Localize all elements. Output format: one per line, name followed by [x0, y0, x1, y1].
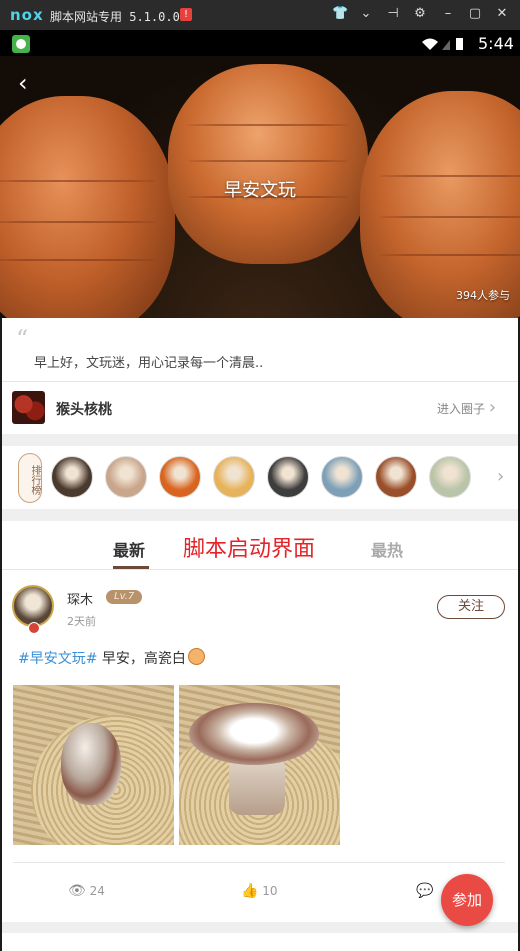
- post-body: 早安，高瓷白: [97, 651, 186, 667]
- divider: [13, 862, 505, 863]
- ranking-avatar[interactable]: [213, 456, 255, 498]
- walnut-image: [360, 91, 520, 318]
- battery-icon: [456, 38, 463, 50]
- topic-description: 早上好，文玩迷，用心记录每一个清晨..: [34, 356, 264, 371]
- shirt-icon[interactable]: 👕: [332, 6, 348, 22]
- post-time: 2天前: [67, 615, 96, 628]
- verified-badge-icon: [28, 622, 40, 634]
- ranking-avatar[interactable]: [159, 456, 201, 498]
- quote-icon: “: [16, 325, 29, 353]
- follow-button[interactable]: 关注: [437, 595, 505, 619]
- post-text: #早安文玩# 早安，高瓷白: [18, 648, 205, 668]
- wifi-icon: [422, 38, 438, 50]
- comment-button[interactable]: 💬: [416, 883, 433, 899]
- divider: [2, 569, 518, 570]
- walnut-image: [168, 64, 368, 264]
- circle-avatar: [12, 391, 45, 424]
- next-post-peek: [2, 933, 518, 951]
- ranking-avatar[interactable]: [51, 456, 93, 498]
- thumbs-up-icon: 👍: [241, 883, 259, 899]
- level-badge: Lv.7: [106, 590, 143, 604]
- chevron-right-icon[interactable]: ›: [497, 468, 504, 486]
- section-gap: [2, 509, 518, 521]
- minimize-icon[interactable]: –: [440, 6, 456, 22]
- author-name[interactable]: 琛木: [67, 589, 93, 608]
- section-gap: [2, 434, 518, 446]
- signal-icons: [422, 38, 463, 50]
- emoji-icon: [187, 648, 205, 665]
- stone-bangle: [189, 703, 319, 765]
- section-gap: [2, 922, 518, 933]
- like-count-value: 10: [262, 884, 278, 898]
- walnut-image: [0, 96, 175, 318]
- view-count: 👁 24: [68, 883, 105, 899]
- back-icon[interactable]: ‹: [18, 71, 38, 95]
- hashtag-link[interactable]: #早安文玩#: [18, 651, 97, 667]
- circle-name: 猴头核桃: [56, 402, 112, 418]
- post-image[interactable]: [179, 685, 340, 845]
- tab-hot[interactable]: 最热: [371, 537, 403, 561]
- participant-count: 394人参与: [456, 289, 510, 302]
- stone-egg: [61, 723, 121, 805]
- ranking-avatar[interactable]: [105, 456, 147, 498]
- chevron-right-icon: ›: [488, 397, 497, 418]
- nox-logo: nox: [10, 6, 44, 24]
- ranking-avatar[interactable]: [375, 456, 417, 498]
- enter-circle-link[interactable]: 进入圈子 ›: [437, 397, 497, 418]
- app-notification-icon: [12, 35, 30, 53]
- post-image[interactable]: [13, 685, 174, 845]
- tab-latest[interactable]: 最新: [113, 537, 145, 561]
- ranking-avatar[interactable]: [321, 456, 363, 498]
- emulator-title: 脚本网站专用 5.1.0.0: [50, 10, 180, 24]
- maximize-icon[interactable]: ▢: [467, 6, 483, 22]
- like-button[interactable]: 👍 10: [241, 883, 278, 899]
- enter-circle-label: 进入圈子: [437, 402, 486, 416]
- avatar[interactable]: [12, 585, 54, 627]
- view-count-value: 24: [89, 884, 105, 898]
- ranking-avatar[interactable]: [429, 456, 471, 498]
- ranking-badge[interactable]: 排行榜: [18, 453, 42, 503]
- join-button[interactable]: 参加: [441, 874, 493, 926]
- close-icon[interactable]: ✕: [494, 6, 510, 22]
- script-overlay-text: 脚本启动界面: [183, 537, 316, 562]
- eye-icon: 👁: [68, 883, 86, 899]
- comment-icon: 💬: [416, 883, 434, 899]
- alert-badge: !: [180, 8, 192, 21]
- pin-icon[interactable]: ⊣: [385, 6, 401, 22]
- signal-icon: [442, 40, 450, 50]
- gear-icon[interactable]: ⚙: [412, 6, 428, 22]
- clock: 5:44: [478, 34, 514, 53]
- topic-title: 早安文玩: [224, 180, 296, 201]
- chevron-down-icon[interactable]: ⌄: [358, 6, 374, 22]
- ranking-avatar[interactable]: [267, 456, 309, 498]
